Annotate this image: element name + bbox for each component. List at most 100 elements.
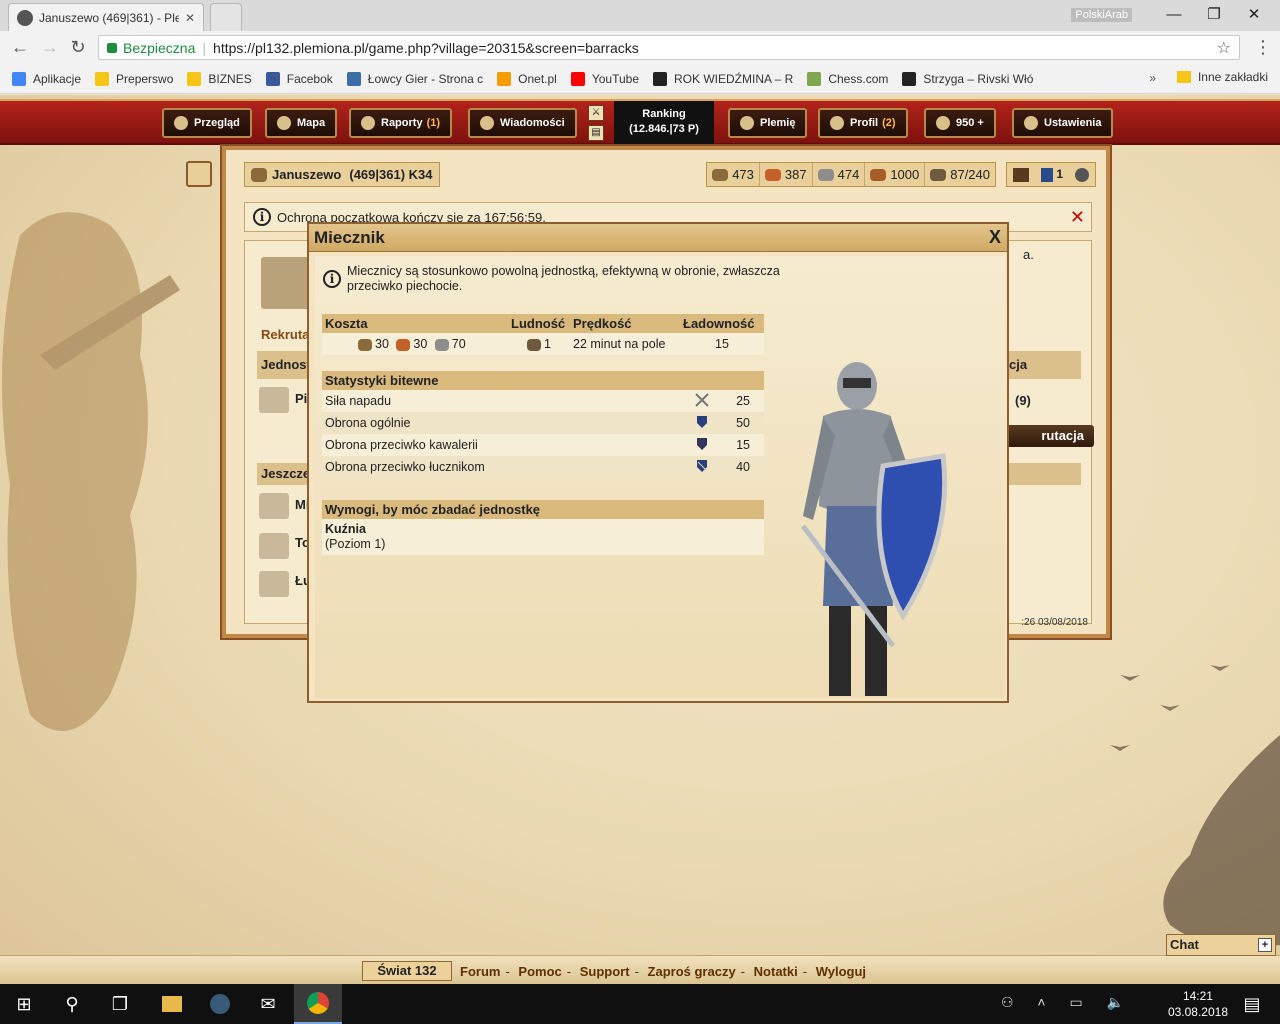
forward-arrow-icon[interactable]: →: [38, 37, 62, 57]
browser-tab-active[interactable]: Januszewo (469|361) - Ple ✕: [8, 3, 204, 31]
scroll-small-icon[interactable]: ▤: [588, 125, 604, 141]
bookmarks-overflow-icon[interactable]: »: [1149, 71, 1156, 85]
population-value: 87/240: [950, 167, 990, 182]
ranking-box[interactable]: Ranking (12.846.|73 P): [614, 101, 714, 145]
footer-link-help[interactable]: Pomoc: [518, 964, 561, 979]
world-badge[interactable]: Świat 132: [362, 961, 452, 981]
bookmark-item[interactable]: Aplikacje: [12, 71, 81, 86]
cost-cell: 30 30 70: [322, 333, 508, 355]
menu-tribe-button[interactable]: Plemię: [728, 108, 808, 138]
tab-title: Januszewo (469|361) - Ple: [39, 10, 179, 25]
browser-menu-icon[interactable]: ⋮: [1254, 37, 1272, 58]
separator: -: [740, 964, 746, 979]
chat-button[interactable]: Chat +: [1166, 934, 1276, 956]
bookmark-label: Onet.pl: [518, 71, 557, 86]
new-tab-button[interactable]: [210, 3, 242, 31]
url-input[interactable]: Bezpieczna | https://pl132.plemiona.pl/g…: [98, 35, 1240, 60]
swords-small-icon[interactable]: ⚔: [588, 105, 604, 121]
chrome-taskbar-icon[interactable]: [294, 984, 342, 1024]
maximize-icon[interactable]: ❐: [1194, 4, 1234, 26]
windows-taskbar: ⊞ ⚲ ❐ ✉ ⚇ ˄ ▭ 🔈 14:21 03.08.2018 ▤: [0, 984, 1280, 1024]
menu-premium-button[interactable]: 950 +: [924, 108, 996, 138]
archer-defense-icon: [692, 456, 716, 478]
info-icon: i: [323, 270, 341, 288]
system-tray-icons[interactable]: ⚇ ˄ ▭ 🔈: [1001, 994, 1134, 1011]
resource-storage[interactable]: 1000: [865, 163, 926, 186]
footer-link-forum[interactable]: Forum: [460, 964, 500, 979]
population-icon: [527, 338, 542, 351]
minimize-icon[interactable]: —: [1154, 4, 1194, 26]
bookmark-item[interactable]: BIZNES: [187, 71, 252, 86]
footer-link-support[interactable]: Support: [580, 964, 630, 979]
stat-label: Obrona przeciwko kawalerii: [322, 434, 692, 456]
bookmark-item[interactable]: Preperswo: [95, 71, 173, 86]
book-icon[interactable]: [1012, 167, 1029, 182]
bookmark-item[interactable]: Chess.com: [807, 71, 888, 86]
reload-icon[interactable]: ↻: [66, 37, 90, 57]
resource-wood[interactable]: 473: [707, 163, 760, 186]
bookmark-item[interactable]: YouTube: [570, 71, 639, 86]
clock[interactable]: 14:21 03.08.2018: [1168, 988, 1228, 1020]
file-explorer-icon[interactable]: [148, 984, 196, 1024]
shield-plus-icon: [1040, 167, 1053, 182]
back-arrow-icon[interactable]: ←: [8, 37, 32, 57]
notice-close-icon[interactable]: ✕: [1070, 207, 1085, 228]
resource-iron[interactable]: 474: [813, 163, 866, 186]
recruit-tab-fragment[interactable]: Rekruta: [261, 327, 309, 342]
population-cell: 1: [508, 333, 570, 355]
clay-icon: [396, 338, 411, 351]
close-window-icon[interactable]: ✕: [1234, 4, 1274, 26]
windows-start-icon[interactable]: ⊞: [0, 984, 48, 1024]
chat-label: Chat: [1170, 937, 1199, 952]
menu-reports-button[interactable]: Raporty (1): [349, 108, 453, 138]
resource-population[interactable]: 87/240: [925, 163, 995, 186]
tribe-icon: [740, 116, 754, 130]
popup-close-icon[interactable]: X: [989, 227, 1001, 248]
support-indicator[interactable]: 1: [1040, 167, 1063, 182]
footer-link-notes[interactable]: Notatki: [754, 964, 798, 979]
combat-stats-header: Statystyki bitewne: [322, 371, 764, 390]
other-bookmarks[interactable]: Inne zakładki: [1176, 70, 1268, 84]
bookmark-item[interactable]: Onet.pl: [497, 71, 557, 86]
bookmark-favicon-icon: [570, 71, 585, 86]
resource-clay[interactable]: 387: [760, 163, 813, 186]
helmet-icon[interactable]: [1074, 167, 1089, 182]
bookmark-label: BIZNES: [208, 71, 252, 86]
bookmark-favicon-icon: [12, 71, 26, 86]
menu-messages-button[interactable]: Wiadomości: [468, 108, 577, 138]
wood-icon: [712, 168, 729, 181]
menu-reports-label: Raporty: [381, 117, 423, 129]
bookmark-item[interactable]: Łowcy Gier - Strona c: [346, 71, 483, 86]
clock-time: 14:21: [1182, 989, 1213, 1003]
menu-map-button[interactable]: Mapa: [265, 108, 338, 138]
status-icons: 1: [1006, 162, 1096, 187]
notifications-icon[interactable]: ▤: [1228, 984, 1276, 1024]
chat-expand-icon[interactable]: +: [1258, 938, 1272, 952]
bookmark-item[interactable]: ROK WIEDŹMINA – R: [653, 71, 794, 86]
bookmark-item[interactable]: Facebok: [265, 71, 333, 86]
menu-settings-button[interactable]: Ustawienia: [1012, 108, 1114, 138]
menu-overview-button[interactable]: Przegląd: [162, 108, 252, 138]
search-icon[interactable]: ⚲: [48, 984, 96, 1024]
speed-header: Prędkość: [570, 314, 680, 333]
village-switch-button[interactable]: [186, 161, 212, 187]
security-label: Bezpieczna: [123, 39, 196, 56]
recruit-button[interactable]: rutacja: [1006, 425, 1094, 447]
footer-links: Forum - Pomoc - Support - Zaproś graczy - No…: [460, 964, 866, 979]
mail-icon[interactable]: ✉: [244, 984, 292, 1024]
spear-unit-icon: [259, 387, 289, 413]
bookmark-label: ROK WIEDŹMINA – R: [674, 71, 794, 86]
steam-icon[interactable]: [196, 984, 244, 1024]
bookmark-item[interactable]: Strzyga – Rivski Włó: [902, 71, 1033, 86]
footer-link-logout[interactable]: Wyloguj: [816, 964, 866, 979]
village-info[interactable]: Januszewo (469|361) K34: [244, 162, 440, 187]
footer-link-invite[interactable]: Zaproś graczy: [648, 964, 736, 979]
url-text: https://pl132.plemiona.pl/game.php?villa…: [213, 39, 639, 56]
menu-profile-button[interactable]: Profil (2): [818, 108, 908, 138]
sword-research-icon: [259, 493, 289, 519]
envelope-icon: [480, 116, 494, 130]
task-view-icon[interactable]: ❐: [96, 984, 144, 1024]
bookmark-star-icon[interactable]: ☆: [1217, 38, 1231, 58]
village-icon: [251, 167, 267, 182]
tab-close-icon[interactable]: ✕: [185, 11, 195, 25]
